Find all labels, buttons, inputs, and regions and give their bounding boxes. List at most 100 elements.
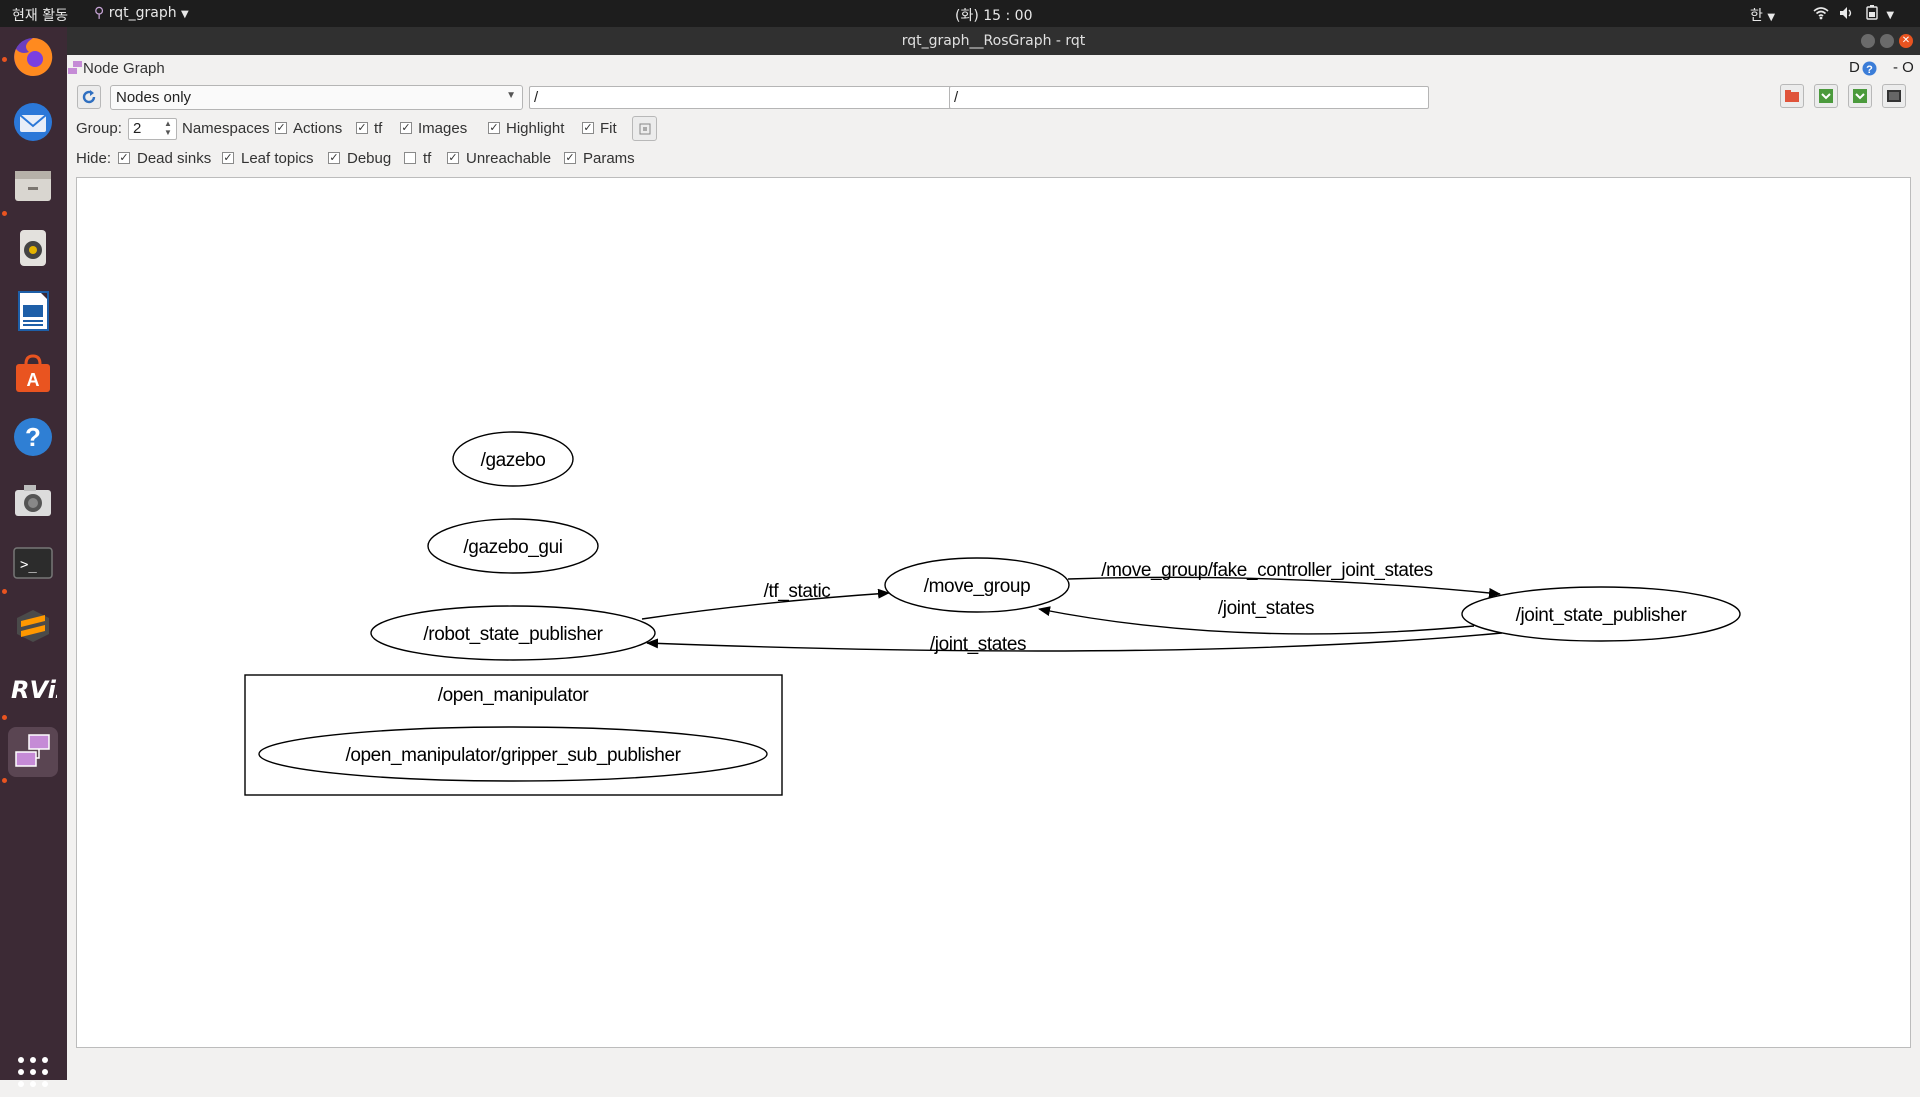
svg-text:RViz: RViz	[11, 676, 57, 704]
highlight-checkbox[interactable]: ✓	[488, 122, 500, 134]
top-panel: 현재 활동 ⚲ rqt_graph ▼ (화) 15 : 00 한 ▼ ▼	[0, 0, 1920, 27]
node-label-gazebo: /gazebo	[481, 450, 546, 471]
activities-button[interactable]: 현재 활동	[12, 5, 68, 25]
node-label-gripper-sub-publisher: /open_manipulator/gripper_sub_publisher	[345, 745, 681, 766]
save-icon	[1819, 89, 1833, 103]
help-icon[interactable]: ?	[1862, 61, 1877, 76]
node-gripper-sub-publisher[interactable]: /open_manipulator/gripper_sub_publisher	[258, 726, 768, 782]
graph-mode-select[interactable]: Nodes only ▼	[110, 85, 523, 110]
save-svg-button[interactable]	[1848, 84, 1872, 108]
dock-item-writer[interactable]	[8, 286, 58, 336]
params-checkbox[interactable]: ✓	[564, 152, 576, 164]
node-label-move-group: /move_group	[924, 576, 1031, 597]
maximize-button[interactable]	[1880, 34, 1894, 48]
tf-label: tf	[374, 120, 383, 137]
node-robot-state-publisher[interactable]: /robot_state_publisher	[370, 605, 656, 661]
dock-item-firefox[interactable]	[8, 32, 58, 82]
debug-label: Debug	[347, 150, 392, 167]
dock-item-show-apps[interactable]	[8, 1047, 58, 1097]
wifi-icon	[1813, 7, 1829, 20]
screenshot-icon	[15, 485, 51, 516]
node-graph[interactable]: /open_manipulator /tf_static /move_group…	[77, 178, 1910, 1047]
svg-text:>_: >_	[20, 557, 37, 573]
images-checkbox[interactable]: ✓	[400, 122, 412, 134]
save-dot-button[interactable]	[1814, 84, 1838, 108]
edge-joint-states-to-robot-state-publisher[interactable]	[646, 632, 1503, 652]
close-plugin-button[interactable]: - O	[1893, 59, 1914, 76]
node-joint-state-publisher[interactable]: /joint_state_publisher	[1461, 586, 1741, 642]
group-label: Group:	[76, 120, 122, 137]
svg-text:?: ?	[25, 422, 41, 452]
system-menu[interactable]: ▼	[1813, 5, 1894, 22]
chevron-down-icon: ▼	[506, 90, 516, 101]
software-icon: A	[16, 354, 50, 392]
hide-tf-checkbox[interactable]	[404, 152, 416, 164]
unreachable-checkbox[interactable]: ✓	[447, 152, 459, 164]
edge-label-joint-states-upper: /joint_states	[1218, 598, 1314, 619]
chevron-down-icon: ▼	[181, 9, 189, 20]
dock-item-rviz[interactable]: RViz	[8, 664, 58, 714]
unreachable-label: Unreachable	[466, 150, 552, 167]
dock-item-terminal[interactable]: >_	[8, 538, 58, 588]
rhythmbox-icon	[20, 230, 46, 266]
actions-checkbox[interactable]: ✓	[275, 122, 287, 134]
close-button[interactable]: ✕	[1899, 34, 1913, 48]
image-icon	[1887, 90, 1901, 102]
refresh-button[interactable]	[77, 85, 101, 109]
writer-icon	[18, 291, 49, 331]
terminal-icon: >_	[13, 547, 53, 579]
tf-checkbox[interactable]: ✓	[356, 122, 368, 134]
params-label: Params	[583, 150, 635, 167]
dock-item-files[interactable]	[8, 160, 58, 210]
dock-item-thunderbird[interactable]	[8, 97, 58, 147]
actions-label: Actions	[293, 120, 343, 137]
window-titlebar[interactable]: rqt_graph__RosGraph - rqt ✕	[67, 27, 1920, 55]
leaf-topics-label: Leaf topics	[241, 150, 314, 167]
rqt-icon	[15, 734, 50, 767]
running-indicator	[2, 715, 7, 720]
dock-item-sublime[interactable]	[8, 601, 58, 651]
sublime-icon	[17, 610, 49, 642]
input-method-indicator[interactable]: 한 ▼	[1750, 5, 1775, 25]
rviz-icon: RViz	[11, 676, 57, 704]
plugin-title: Node Graph	[83, 60, 165, 77]
dock-item-rhythmbox[interactable]	[8, 223, 58, 273]
node-label-gazebo-gui: /gazebo_gui	[463, 537, 562, 558]
spinbox-arrows-icon[interactable]: ▲ ▼	[164, 119, 172, 137]
dock-item-software[interactable]: A	[8, 349, 58, 399]
dock-widget-button[interactable]: D	[1849, 59, 1860, 76]
svg-text:?: ?	[1866, 64, 1873, 76]
edge-label-fake-controller: /move_group/fake_controller_joint_states	[1101, 560, 1432, 581]
load-dot-button[interactable]	[1780, 84, 1804, 108]
save-image-button[interactable]	[1882, 84, 1906, 108]
dead-sinks-checkbox[interactable]: ✓	[118, 152, 130, 164]
dock-item-rqt[interactable]	[8, 727, 58, 777]
options-row: Group: 2 ▲ ▼ Namespaces ✓ Actions ✓ tf ✓ …	[67, 116, 1920, 142]
dock-item-help[interactable]: ?	[8, 412, 58, 462]
folder-icon	[1785, 90, 1799, 102]
running-indicator	[2, 778, 7, 783]
node-gazebo-gui[interactable]: /gazebo_gui	[427, 518, 599, 574]
node-filter-input[interactable]: /	[529, 86, 1009, 109]
node-gazebo[interactable]: /gazebo	[452, 431, 574, 487]
volume-icon	[1840, 7, 1852, 19]
close-icon: ✕	[1901, 35, 1911, 46]
running-indicator	[2, 589, 7, 594]
window-title: rqt_graph__RosGraph - rqt	[901, 33, 1086, 49]
leaf-topics-checkbox[interactable]: ✓	[222, 152, 234, 164]
node-move-group[interactable]: /move_group	[884, 557, 1070, 613]
graph-canvas[interactable]: /open_manipulator /tf_static /move_group…	[76, 177, 1911, 1048]
dock-item-screenshot[interactable]	[8, 475, 58, 525]
refresh-icon	[82, 90, 96, 104]
namespaces-label: Namespaces	[182, 120, 270, 137]
fit-label: Fit	[600, 120, 617, 137]
fit-checkbox[interactable]: ✓	[582, 122, 594, 134]
minimize-button[interactable]	[1861, 34, 1875, 48]
rqt-small-icon: ⚲	[94, 5, 105, 21]
app-menu[interactable]: ⚲ rqt_graph ▼	[94, 5, 189, 21]
clock[interactable]: (화) 15 : 00	[955, 5, 1033, 25]
debug-checkbox[interactable]: ✓	[328, 152, 340, 164]
rqt-plugin-icon	[68, 61, 82, 74]
fit-view-button[interactable]	[632, 116, 657, 141]
topic-filter-input[interactable]: /	[949, 86, 1429, 109]
